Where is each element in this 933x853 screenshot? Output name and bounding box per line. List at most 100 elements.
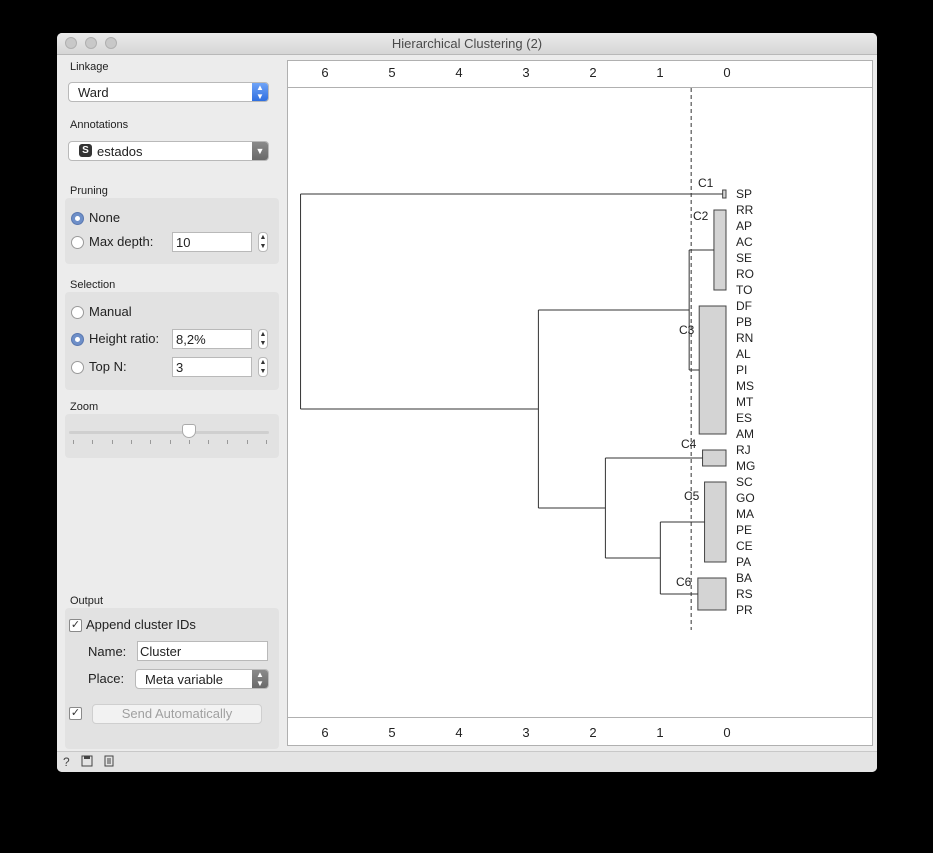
cluster-c6-block[interactable] <box>697 577 727 611</box>
leaf-label: PA <box>736 555 751 569</box>
axis-tick-label: 3 <box>522 725 530 740</box>
cluster-c5-block[interactable] <box>704 481 727 563</box>
leaf-label: CE <box>736 539 753 553</box>
annotations-label: Annotations <box>70 119 129 131</box>
leaf-label: ES <box>736 411 752 425</box>
leaf-label: MS <box>736 379 754 393</box>
leaf-label: AC <box>736 235 753 249</box>
help-icon[interactable]: ? <box>63 755 70 769</box>
leaf-label: BA <box>736 571 752 585</box>
leaf-label: MG <box>736 459 755 473</box>
cluster-c4-block[interactable] <box>702 449 727 467</box>
zoom-slider-handle[interactable] <box>182 424 196 438</box>
leaf-label: MA <box>736 507 754 521</box>
axis-tick-label: 6 <box>321 725 329 740</box>
top-n-input[interactable]: 3 <box>172 357 252 377</box>
leaf-label: SC <box>736 475 753 489</box>
linkage-label: Linkage <box>70 61 109 73</box>
linkage-select[interactable]: Ward ▲ ▼ <box>68 82 269 102</box>
report-icon[interactable] <box>103 755 115 770</box>
top-n-stepper[interactable]: ▲ ▼ <box>258 357 268 377</box>
leaf-label: RO <box>736 267 754 281</box>
zoom-tick <box>73 440 74 444</box>
selection-box: Manual Height ratio: 8,2% ▲ ▼ Top N: 3 ▲ ▼ <box>65 292 279 390</box>
leaf-label: AM <box>736 427 754 441</box>
axis-tick-label: 4 <box>455 725 463 740</box>
cluster-c3-block[interactable] <box>698 305 727 435</box>
leaf-label: RS <box>736 587 753 601</box>
axis-tick-label: 5 <box>388 65 396 80</box>
append-cluster-ids-label: Append cluster IDs <box>86 617 196 632</box>
top-axis: 6 5 4 3 2 1 0 <box>288 61 872 88</box>
axis-tick-label: 6 <box>321 65 329 80</box>
control-panel: Linkage Ward ▲ ▼ Annotations S estados ▼ … <box>57 55 285 751</box>
send-automatically-checkbox[interactable]: ✓ <box>69 707 82 720</box>
selection-height-ratio-radio[interactable] <box>71 333 84 346</box>
string-variable-icon: S <box>79 144 92 157</box>
max-depth-input[interactable]: 10 <box>172 232 252 252</box>
height-ratio-input[interactable]: 8,2% <box>172 329 252 349</box>
cluster-label: C5 <box>684 489 700 503</box>
leaf-label: PI <box>736 363 747 377</box>
cluster-name-value: Cluster <box>140 644 182 659</box>
zoom-tick <box>150 440 152 444</box>
axis-tick-label: 0 <box>723 725 731 740</box>
cluster-name-input[interactable]: Cluster <box>137 641 268 661</box>
leaf-label: SP <box>736 187 752 201</box>
pruning-none-radio[interactable] <box>71 212 84 225</box>
axis-tick-label: 2 <box>589 65 597 80</box>
zoom-tick <box>188 440 190 444</box>
status-bar: ? <box>57 751 877 772</box>
annotations-select[interactable]: S estados ▼ <box>68 141 269 161</box>
cluster-label: C6 <box>676 575 692 589</box>
place-select[interactable]: Meta variable ▲ ▼ <box>135 669 269 689</box>
pruning-max-depth-radio[interactable] <box>71 236 84 249</box>
leaf-label: RR <box>736 203 754 217</box>
append-cluster-ids-checkbox[interactable]: ✓ <box>69 619 82 632</box>
save-icon[interactable] <box>81 755 93 770</box>
output-box: ✓ Append cluster IDs Name: Cluster Place… <box>65 608 279 749</box>
cluster-c1-block[interactable] <box>722 189 727 199</box>
height-ratio-stepper[interactable]: ▲ ▼ <box>258 329 268 349</box>
leaf-label: PE <box>736 523 752 537</box>
annotations-value: estados <box>97 144 143 159</box>
pruning-label: Pruning <box>70 185 108 197</box>
leaf-label: PR <box>736 603 753 617</box>
axis-tick-label: 5 <box>388 725 396 740</box>
zoom-tick <box>208 440 210 444</box>
max-depth-stepper[interactable]: ▲ ▼ <box>258 232 268 252</box>
zoom-tick <box>111 440 113 444</box>
zoom-label: Zoom <box>70 401 99 413</box>
place-label: Place: <box>88 671 125 686</box>
max-depth-value: 10 <box>176 235 191 250</box>
leaf-label: AP <box>736 219 752 233</box>
axis-tick-label: 3 <box>522 65 530 80</box>
chevron-updown-icon: ▲ ▼ <box>252 83 268 101</box>
axis-tick-label: 4 <box>455 65 463 80</box>
leaf-label: SE <box>736 251 752 265</box>
cluster-label: C2 <box>693 209 709 223</box>
dendrogram-view[interactable]: 6 5 4 3 2 1 0 SP RR AP AC SE RO TO DF PB RN AL PI MS MT ES AM… <box>287 60 873 746</box>
send-automatically-button[interactable]: Send Automatically <box>92 704 262 724</box>
leaf-label: DF <box>736 299 752 313</box>
title-bar: Hierarchical Clustering (2) <box>57 33 877 55</box>
leaf-label: RJ <box>736 443 751 457</box>
leaf-label: MT <box>736 395 754 409</box>
selection-manual-radio[interactable] <box>71 306 84 319</box>
cluster-label: C4 <box>681 437 697 451</box>
axis-tick-label: 1 <box>656 725 664 740</box>
zoom-slider-track[interactable] <box>69 431 269 434</box>
name-label: Name: <box>88 644 127 659</box>
window-title: Hierarchical Clustering (2) <box>391 36 543 51</box>
leaf-label: PB <box>736 315 752 329</box>
axis-tick-label: 1 <box>656 65 664 80</box>
selection-top-n-radio[interactable] <box>71 361 84 374</box>
pruning-box: None Max depth: 10 ▲ ▼ <box>65 198 279 264</box>
zoom-tick <box>266 440 267 444</box>
dendrogram-canvas[interactable]: SP RR AP AC SE RO TO DF PB RN AL PI MS MT ES AM RJ MG SC GO… <box>288 88 872 716</box>
zoom-tick <box>246 440 248 444</box>
zoom-box <box>65 414 279 458</box>
zoom-tick <box>92 440 94 444</box>
cluster-c2-block[interactable] <box>713 209 727 291</box>
top-n-label: Top N: <box>89 359 127 374</box>
